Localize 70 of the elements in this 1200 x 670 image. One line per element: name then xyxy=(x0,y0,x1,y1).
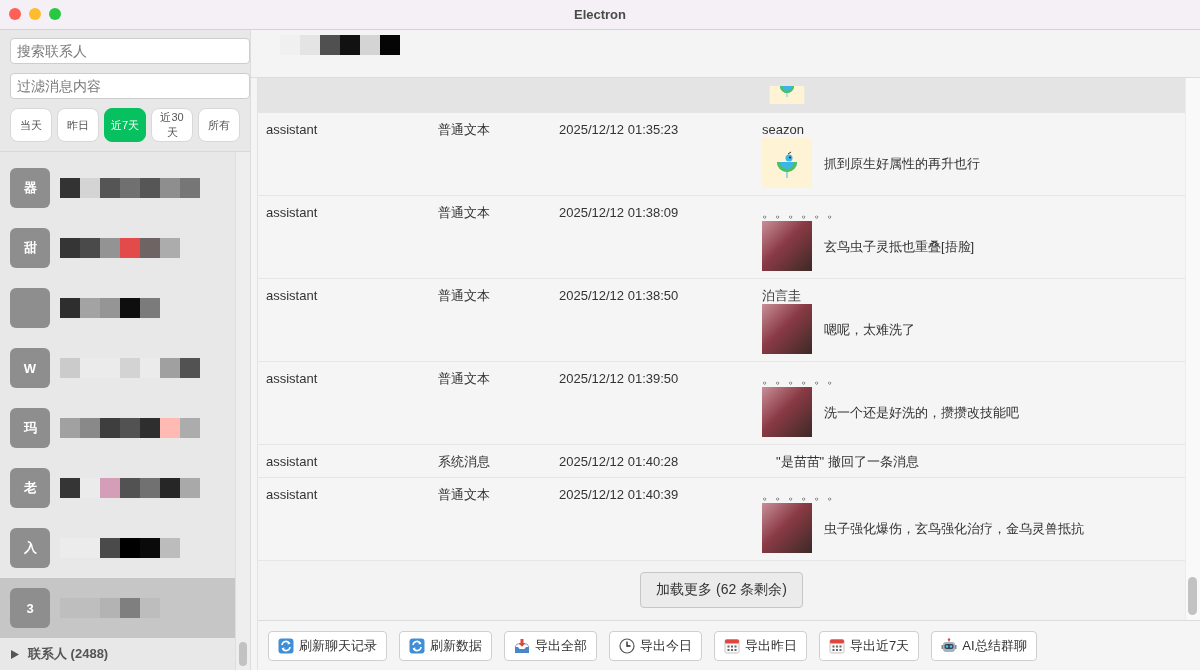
contact-avatar: 老 xyxy=(10,468,50,508)
sender-name: 。。。。。。 xyxy=(762,486,841,503)
message-text: 玄鸟虫子灵抵也重叠[捂脸] xyxy=(824,237,975,255)
time-cell: 2025/12/12 01:40:39 xyxy=(559,487,679,502)
role-cell: assistant xyxy=(266,122,318,137)
type-cell: 普通文本 xyxy=(438,371,490,386)
filter-field[interactable]: 过滤消息内容 xyxy=(10,73,250,99)
refresh-icon xyxy=(409,637,425,654)
type-cell: 普通文本 xyxy=(438,205,490,220)
type-cell: 系统消息 xyxy=(438,454,490,469)
sender-name: 。。。。。。 xyxy=(762,370,841,387)
message-text: 抓到原生好属性的再升也行 xyxy=(824,154,980,172)
toolbar-button[interactable]: 导出全部 xyxy=(504,630,597,661)
window-minimize-button[interactable] xyxy=(29,8,41,20)
date-range-button[interactable]: 所有 xyxy=(198,108,240,142)
toolbar-button[interactable]: 导出今日 xyxy=(609,630,702,661)
system-message: "是苗苗" 撤回了一条消息 xyxy=(775,453,920,470)
photo-placeholder xyxy=(762,304,812,354)
role-cell: assistant xyxy=(266,454,318,469)
sender-name: 。。。。。。 xyxy=(762,204,841,221)
type-cell: 普通文本 xyxy=(438,122,490,137)
search-field[interactable]: 搜索联系人 xyxy=(10,38,250,64)
inbox-tray-icon xyxy=(514,637,530,654)
role-cell: assistant xyxy=(266,288,318,303)
photo-placeholder xyxy=(762,387,812,437)
window-title: Electron xyxy=(574,7,626,22)
time-cell: 2025/12/12 01:39:50 xyxy=(559,371,679,386)
contacts-group-toggle[interactable]: 联系人 (2488) xyxy=(0,638,235,670)
role-cell: assistant xyxy=(266,205,318,220)
sender-name: seazon xyxy=(762,121,805,138)
role-cell: assistant xyxy=(266,487,318,502)
contact-avatar: 器 xyxy=(10,168,50,208)
role-cell: assistant xyxy=(266,371,318,386)
window-zoom-button[interactable] xyxy=(49,8,61,20)
toolbar-button[interactable]: 刷新数据 xyxy=(399,630,492,661)
date-range-button[interactable]: 当天 xyxy=(10,108,52,142)
toolbar-button[interactable]: 导出昨日 xyxy=(714,630,807,661)
toolbar-button[interactable]: 导出近7天 xyxy=(819,630,920,661)
toolbar-button[interactable]: AI总结群聊 xyxy=(931,630,1037,661)
contact-avatar: 3 xyxy=(10,588,50,628)
time-cell: 2025/12/12 01:35:23 xyxy=(559,122,679,137)
contact-avatar xyxy=(10,288,50,328)
contact-avatar: 玛 xyxy=(10,408,50,448)
clock-icon xyxy=(619,637,635,654)
robot-icon xyxy=(941,637,958,654)
scrollbar-thumb[interactable] xyxy=(239,642,247,666)
message-text: 虫子强化爆伤，玄鸟强化治疗，金乌灵兽抵抗 xyxy=(824,519,1084,537)
time-cell: 2025/12/12 01:40:28 xyxy=(559,454,679,469)
calendar-icon xyxy=(829,637,845,654)
refresh-icon xyxy=(278,637,294,654)
contact-avatar: 甜 xyxy=(10,228,50,268)
date-range-button[interactable]: 近30天 xyxy=(151,108,193,142)
toolbar-button[interactable]: 刷新聊天记录 xyxy=(268,630,387,661)
type-cell: 普通文本 xyxy=(438,487,490,502)
load-more-button[interactable]: 加载更多 (62 条剩余) xyxy=(640,572,803,608)
bird-sticker-drawing xyxy=(762,138,812,188)
contact-avatar: 入 xyxy=(10,528,50,568)
photo-placeholder xyxy=(762,221,812,271)
sender-name: 泊言圭 xyxy=(762,287,802,304)
scrollbar-thumb[interactable] xyxy=(1188,577,1197,615)
type-cell: 普通文本 xyxy=(438,288,490,303)
calendar-icon xyxy=(724,637,740,654)
time-cell: 2025/12/12 01:38:50 xyxy=(559,288,679,303)
contact-avatar: W xyxy=(10,348,50,388)
window-close-button[interactable] xyxy=(9,8,21,20)
message-text: 嗯呢，太难洗了 xyxy=(824,320,915,338)
message-text: 洗一个还是好洗的，攒攒改技能吧 xyxy=(824,403,1019,421)
date-range-button[interactable]: 昨日 xyxy=(57,108,99,142)
time-cell: 2025/12/12 01:38:09 xyxy=(559,205,679,220)
photo-placeholder xyxy=(762,503,812,553)
